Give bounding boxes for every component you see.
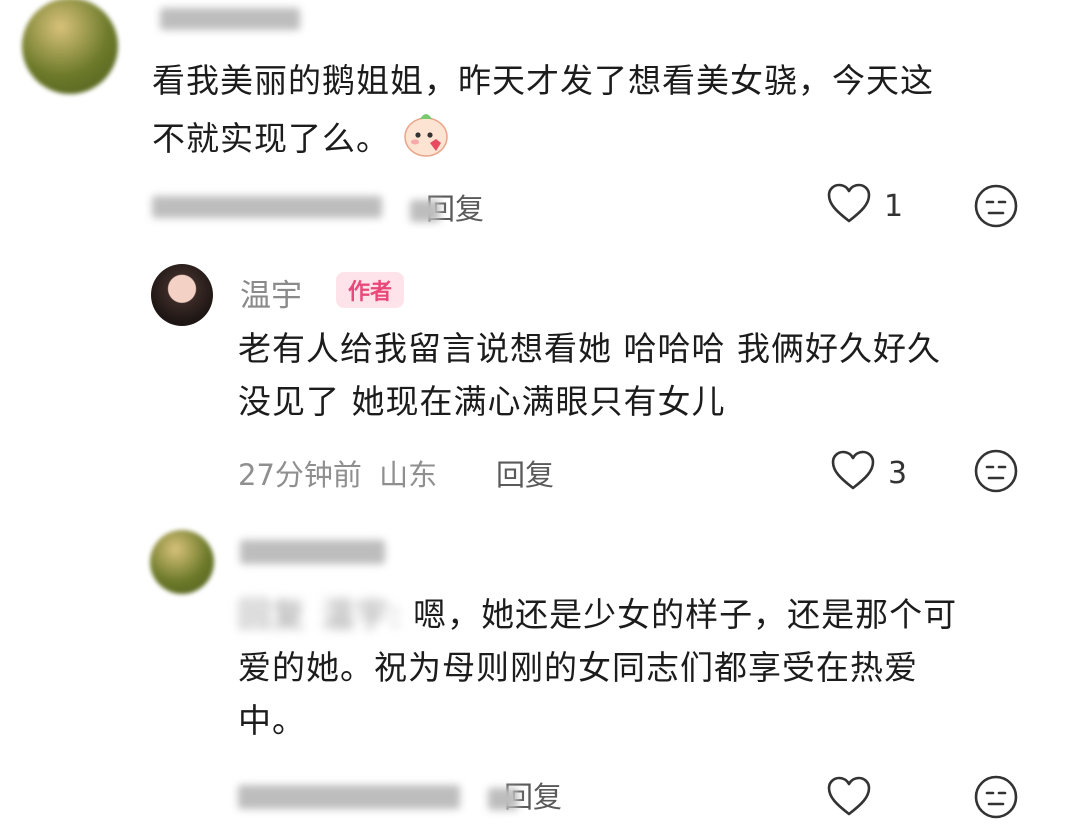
avatar[interactable] [150,530,214,594]
author-name-blurred [240,540,385,564]
avatar[interactable] [22,0,118,94]
reply-prefix: 回复 [238,595,306,634]
timestamp: 27分钟前 [238,458,362,492]
author-name-blurred [160,8,300,30]
heart-icon [826,183,872,229]
dislike-face-icon[interactable] [973,774,1019,824]
reply-button[interactable]: 回复 [410,186,484,228]
dislike-face-icon[interactable] [973,183,1019,233]
avatar[interactable] [151,264,213,326]
like-button[interactable]: 1 [826,183,903,229]
heart-icon [826,776,872,822]
comment-meta: 27分钟前 山东 [238,452,437,494]
heart-icon [830,450,876,496]
timestamp-location-blurred [238,785,460,809]
like-count: 3 [888,455,908,491]
comment-text: 看我美丽的鹅姐姐，昨天才发了想看美女骁，今天这 不就实现了么。 [152,54,1052,174]
like-button[interactable] [826,776,872,822]
author-badge: 作者 [336,272,405,308]
author-name[interactable]: 温宇 [240,270,302,315]
like-button[interactable]: 3 [830,450,907,496]
blushing-face-emoji [400,107,452,174]
reply-target[interactable]: 温宇: [322,595,402,634]
comment-text: 老有人给我留言说想看她 哈哈哈 我俩好久好久 没见了 她现在满心满眼只有女儿 [238,329,941,421]
reply-button[interactable]: 回复 [496,452,554,494]
like-count: 1 [884,188,904,224]
reply-button[interactable]: 回复 [488,774,562,816]
timestamp-location-blurred [152,196,382,218]
dislike-face-icon[interactable] [973,448,1019,498]
location: 山东 [379,458,438,492]
comment-text: 回复 温宇: 嗯，她还是少女的样子，还是那个可 爱的她。祝为母则刚的女同志们都享… [238,595,958,740]
